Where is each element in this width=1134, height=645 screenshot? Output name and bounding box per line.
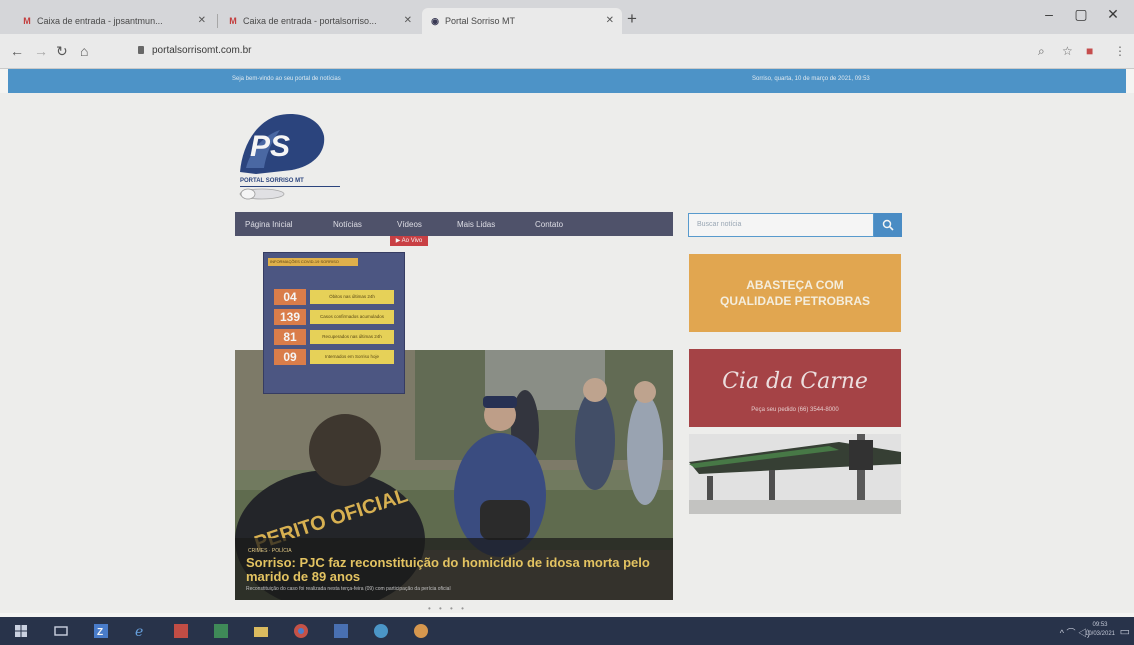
covid-info-popup[interactable]: INFORMAÇÕES COVID-19 SORRISO 04 Óbitos n…	[263, 252, 405, 394]
close-window-button[interactable]: ✕	[1098, 6, 1128, 23]
headline-summary: Reconstituição do caso foi realizada nes…	[246, 586, 451, 592]
close-tab-icon[interactable]: ✕	[404, 15, 412, 26]
nav-item-news[interactable]: Notícias	[333, 220, 362, 229]
svg-text:e: e	[135, 624, 143, 638]
tab-gmail-2[interactable]: M Caixa de entrada - portalsorriso... ✕	[220, 8, 420, 34]
new-tab-button[interactable]: +	[627, 9, 637, 29]
back-icon[interactable]: ←	[10, 43, 24, 59]
bookmark-star-icon[interactable]: ☆	[1062, 44, 1073, 58]
nav-item-videos[interactable]: Vídeos	[397, 220, 422, 229]
maximize-button[interactable]: ▢	[1066, 6, 1096, 23]
popup-number: 09	[274, 349, 306, 365]
clock-date: 10/03/2021	[1084, 631, 1116, 637]
popup-label: Recuperados nas últimas 24h	[310, 330, 394, 344]
extension-icon[interactable]: ■	[1086, 44, 1093, 58]
close-tab-icon[interactable]: ✕	[198, 15, 206, 26]
ad-line-2: QUALIDADE PETROBRAS	[719, 294, 870, 308]
clock-time: 09:53	[1092, 622, 1108, 628]
popup-label: Casos confirmados acumulados	[310, 310, 394, 324]
ad-title: Cia da Carne	[722, 369, 868, 394]
lock-icon	[138, 46, 144, 54]
carousel-dots[interactable]: • • • •	[428, 604, 467, 613]
file-explorer-icon[interactable]	[254, 624, 268, 638]
tab-gmail-1[interactable]: M Caixa de entrada - jpsantmun... ✕	[14, 8, 214, 34]
svg-text:Z: Z	[97, 627, 103, 638]
search-icon	[882, 219, 894, 231]
date-text: Sorriso, quarta, 10 de março de 2021, 09…	[752, 76, 870, 82]
headline-category: CRIMES · POLÍCIA	[248, 548, 292, 554]
url-text[interactable]: portalsorrisomt.com.br	[152, 45, 251, 56]
welcome-text: Seja bem-vindo ao seu portal de notícias	[232, 76, 341, 82]
app-orange-icon[interactable]	[414, 624, 428, 638]
gas-station-ad[interactable]	[689, 434, 901, 514]
cia-da-carne-ad[interactable]: Cia da Carne Peça seu pedido (66) 3544-8…	[689, 349, 901, 427]
app-z-icon[interactable]: Z	[94, 624, 108, 638]
task-view-icon[interactable]	[54, 624, 68, 638]
site-icon: ◉	[431, 16, 439, 26]
minimize-button[interactable]: –	[1034, 6, 1064, 22]
gmail-icon: M	[229, 16, 237, 26]
chrome-icon[interactable]	[294, 624, 308, 638]
windows-taskbar: Z e ^ ⌒ ◁) 09:53 10/03/2021 ▭	[0, 617, 1134, 645]
notifications-icon[interactable]: ▭	[1120, 625, 1130, 638]
popup-label: Internados em Sorriso hoje	[310, 350, 394, 364]
search-input[interactable]: Buscar notícia	[688, 213, 874, 237]
site-top-bar: Seja bem-vindo ao seu portal de notícias…	[8, 69, 1126, 93]
browser-tab-strip: M Caixa de entrada - jpsantmun... ✕ M Ca…	[0, 0, 1134, 34]
nav-item-most-read[interactable]: Mais Lidas	[457, 220, 495, 229]
excel-icon[interactable]	[214, 624, 228, 638]
tab-portal-sorriso[interactable]: ◉ Portal Sorriso MT ✕	[422, 8, 622, 34]
gmail-icon: M	[23, 16, 31, 26]
forward-icon[interactable]: →	[34, 43, 48, 59]
browser-toolbar: ← → ↻ ⌂ portalsorrisomt.com.br ⌕ ☆ ■ ⋮	[0, 34, 1134, 69]
zoom-icon[interactable]: ⌕	[1038, 44, 1045, 59]
windows-start-icon[interactable]	[14, 624, 28, 638]
logo-text: PS	[250, 130, 290, 163]
ad-line-1: ABASTEÇA COM	[746, 278, 844, 292]
popup-label: Óbitos nas últimas 24h	[310, 290, 394, 304]
ad-subtitle: Peça seu pedido (66) 3544-8000	[751, 407, 839, 413]
home-icon[interactable]: ⌂	[80, 43, 88, 59]
headline-title[interactable]: Sorriso: PJC faz reconstituição do homic…	[246, 556, 666, 584]
popup-number: 81	[274, 329, 306, 345]
live-badge[interactable]: ▶ Ao Vivo	[390, 236, 428, 246]
reload-icon[interactable]: ↻	[56, 43, 68, 60]
nav-item-home[interactable]: Página Inicial	[245, 220, 293, 229]
tab-label: Caixa de entrada - jpsantmun...	[37, 16, 163, 26]
nav-item-contact[interactable]: Contato	[535, 220, 563, 229]
search-placeholder: Buscar notícia	[697, 221, 742, 228]
tab-label: Portal Sorriso MT	[445, 16, 516, 26]
search-button[interactable]	[874, 213, 902, 237]
popup-title: INFORMAÇÕES COVID-19 SORRISO	[268, 258, 358, 266]
close-tab-icon[interactable]: ✕	[606, 15, 614, 26]
logo-subtext: PORTAL SORRISO MT	[240, 178, 304, 184]
site-logo[interactable]: PS PORTAL SORRISO MT	[236, 110, 340, 200]
internet-explorer-icon[interactable]: e	[134, 624, 148, 638]
popup-number: 139	[274, 309, 306, 325]
word-icon[interactable]	[334, 624, 348, 638]
petrobras-ad[interactable]: ABASTEÇA COM QUALIDADE PETROBRAS	[689, 254, 901, 332]
clock[interactable]: 09:53 10/03/2021	[1080, 621, 1120, 639]
popup-number: 04	[274, 289, 306, 305]
gmail-taskbar-icon[interactable]	[174, 624, 188, 638]
main-navigation: Página Inicial Notícias Vídeos Mais Lida…	[235, 212, 673, 236]
media-player-icon[interactable]	[374, 624, 388, 638]
menu-icon[interactable]: ⋮	[1114, 44, 1126, 58]
tab-label: Caixa de entrada - portalsorriso...	[243, 16, 377, 26]
